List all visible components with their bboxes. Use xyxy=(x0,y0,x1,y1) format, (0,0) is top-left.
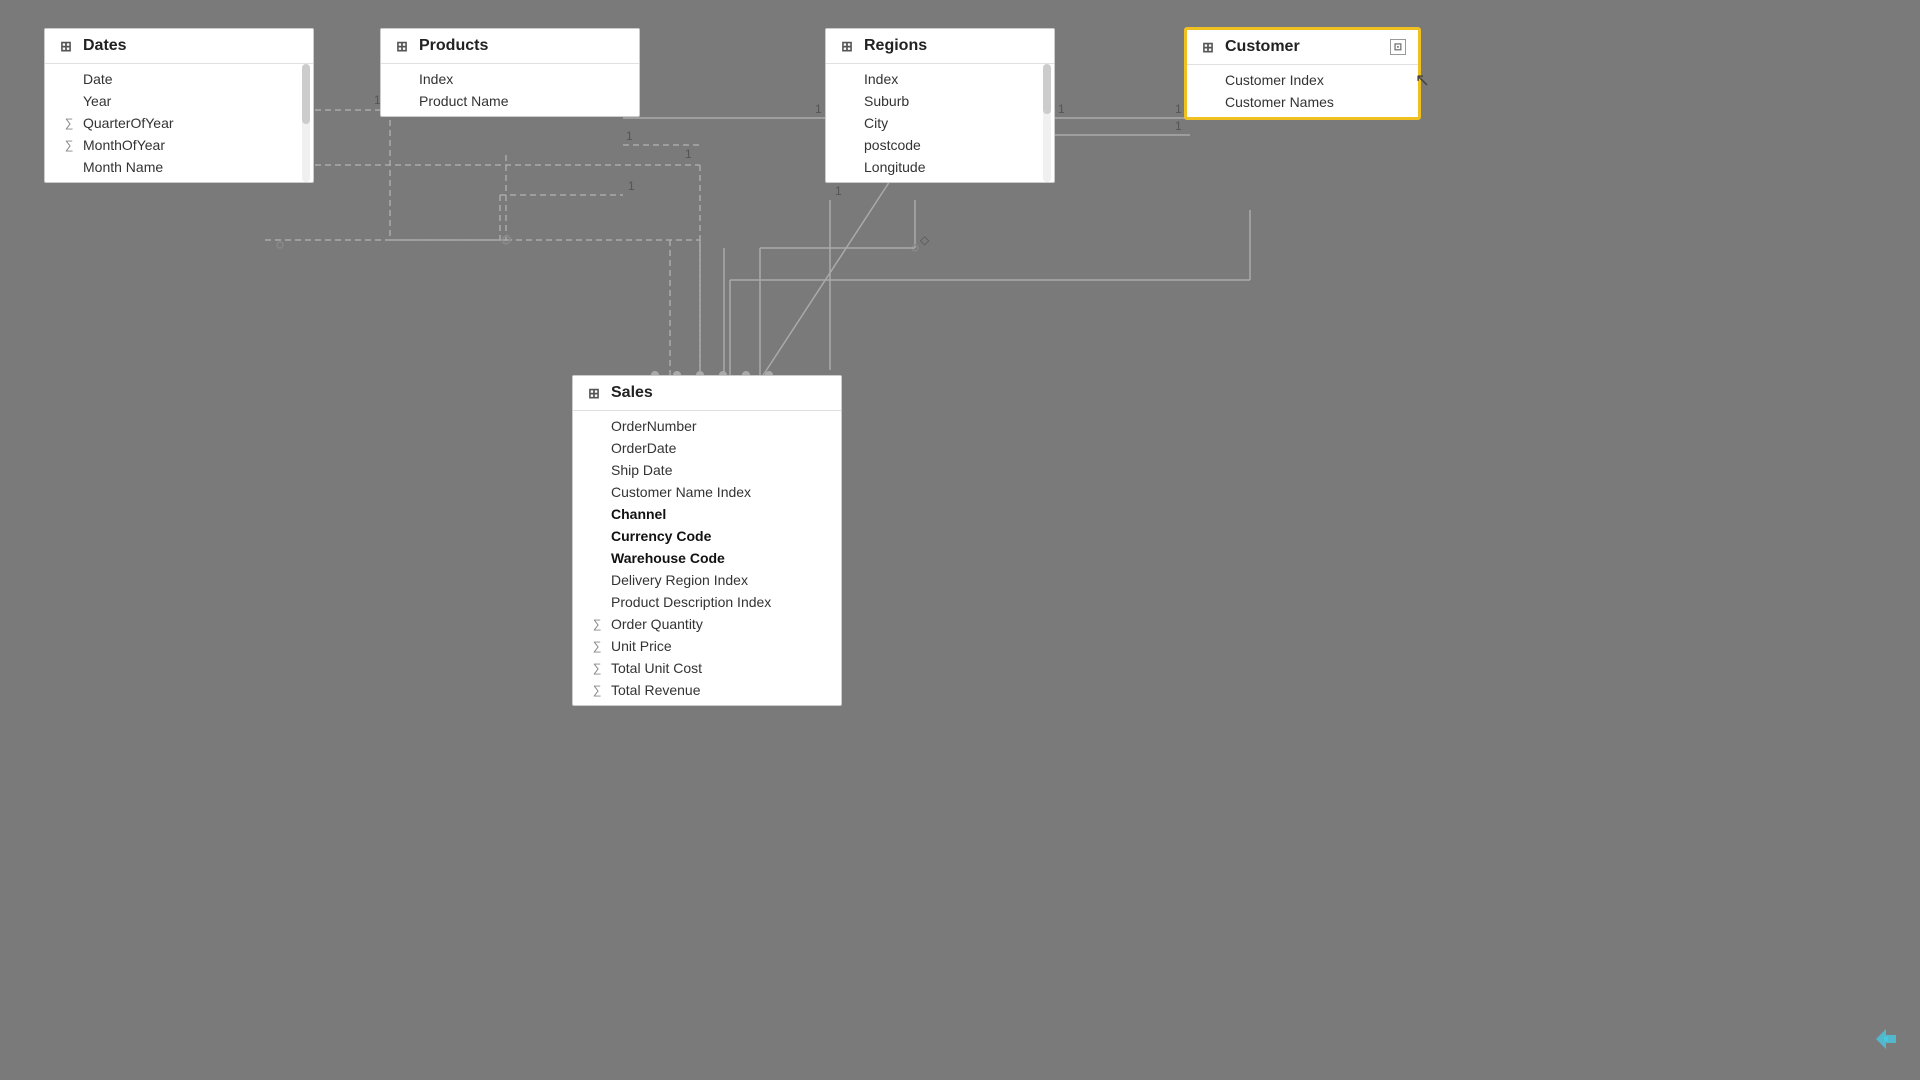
totalrevenue-icon: ∑ xyxy=(589,682,605,698)
sales-field-warehousecode: Warehouse Code xyxy=(573,547,841,569)
sales-field-customernameindex: Customer Name Index xyxy=(573,481,841,503)
sales-field-shipdate: Ship Date xyxy=(573,459,841,481)
sales-table-title: Sales xyxy=(611,384,653,402)
customer-table-header: ⊞ Customer ⊡ xyxy=(1187,30,1418,65)
regions-scroll[interactable] xyxy=(1043,64,1051,182)
regions-suburb-icon xyxy=(842,93,858,109)
sales-table-icon: ⊞ xyxy=(585,384,603,402)
dates-table-body: Date Year ∑ QuarterOfYear ∑ MonthOfYear … xyxy=(45,64,313,182)
sales-field-deliveryregionindex: Delivery Region Index xyxy=(573,569,841,591)
unitprice-icon: ∑ xyxy=(589,638,605,654)
ordernumber-icon xyxy=(589,418,605,434)
monthofyear-icon: ∑ xyxy=(61,137,77,153)
regions-field-index: Index xyxy=(826,68,1054,90)
customer-field-index: Customer Index xyxy=(1187,69,1418,91)
warehousecode-icon xyxy=(589,550,605,566)
products-productname-icon xyxy=(397,93,413,109)
svg-text:1: 1 xyxy=(815,102,822,116)
sales-field-channel: Channel xyxy=(573,503,841,525)
products-field-index: Index xyxy=(381,68,639,90)
sales-field-currencycode: Currency Code xyxy=(573,525,841,547)
sales-field-productdescriptionindex: Product Description Index xyxy=(573,591,841,613)
dates-table[interactable]: ⊞ Dates Date Year ∑ QuarterOfYear ∑ Mont… xyxy=(44,28,314,183)
regions-scroll-thumb xyxy=(1043,64,1051,114)
products-field-productname: Product Name xyxy=(381,90,639,112)
regions-table-header: ⊞ Regions xyxy=(826,29,1054,64)
customernameindex-icon xyxy=(589,484,605,500)
products-table-header: ⊞ Products xyxy=(381,29,639,64)
orderquantity-icon: ∑ xyxy=(589,616,605,632)
dates-table-title: Dates xyxy=(83,37,127,55)
svg-text:◇: ◇ xyxy=(502,230,513,246)
sales-field-orderquantity: ∑ Order Quantity xyxy=(573,613,841,635)
dates-scroll-thumb xyxy=(302,64,310,124)
year-field-icon xyxy=(61,93,77,109)
dates-field-quarterofyear: ∑ QuarterOfYear xyxy=(45,112,313,134)
dates-field-date: Date xyxy=(45,68,313,90)
navigate-icon[interactable] xyxy=(1872,1025,1900,1060)
products-table-title: Products xyxy=(419,37,488,55)
regions-index-icon xyxy=(842,71,858,87)
svg-text:1: 1 xyxy=(685,147,692,161)
products-table-body: Index Product Name xyxy=(381,64,639,116)
sales-field-orderdate: OrderDate xyxy=(573,437,841,459)
date-field-icon xyxy=(61,71,77,87)
regions-field-postcode: postcode xyxy=(826,134,1054,156)
regions-table-icon: ⊞ xyxy=(838,37,856,55)
customer-table-icon: ⊞ xyxy=(1199,38,1217,56)
customer-field-names: Customer Names xyxy=(1187,91,1418,113)
products-table-icon: ⊞ xyxy=(393,37,411,55)
dates-table-icon: ⊞ xyxy=(57,37,75,55)
svg-text:◇: ◇ xyxy=(920,233,930,247)
regions-field-suburb: Suburb xyxy=(826,90,1054,112)
currencycode-icon xyxy=(589,528,605,544)
customer-index-icon xyxy=(1203,72,1219,88)
regions-table-body: Index Suburb City postcode Longitude xyxy=(826,64,1054,182)
orderdate-icon xyxy=(589,440,605,456)
productdescriptionindex-icon xyxy=(589,594,605,610)
svg-text:1: 1 xyxy=(1175,119,1182,133)
customer-names-icon xyxy=(1203,94,1219,110)
sales-field-ordernumber: OrderNumber xyxy=(573,415,841,437)
sales-table-body: OrderNumber OrderDate Ship Date Customer… xyxy=(573,411,841,705)
dates-field-monthofyear: ∑ MonthOfYear xyxy=(45,134,313,156)
dates-scroll[interactable] xyxy=(302,64,310,182)
customer-table-body: Customer Index Customer Names xyxy=(1187,65,1418,117)
customer-table-title: Customer xyxy=(1225,38,1300,56)
regions-table-title: Regions xyxy=(864,37,927,55)
regions-longitude-icon xyxy=(842,159,858,175)
customer-table[interactable]: ⊞ Customer ⊡ Customer Index Customer Nam… xyxy=(1185,28,1420,119)
svg-text:1: 1 xyxy=(1175,102,1182,116)
deliveryregionindex-icon xyxy=(589,572,605,588)
regions-table[interactable]: ⊞ Regions Index Suburb City postcode xyxy=(825,28,1055,183)
totalunitcost-icon: ∑ xyxy=(589,660,605,676)
regions-city-icon xyxy=(842,115,858,131)
monthname-icon xyxy=(61,159,77,175)
quarterofyear-icon: ∑ xyxy=(61,115,77,131)
sales-field-totalrevenue: ∑ Total Revenue xyxy=(573,679,841,701)
sales-field-totalunitcost: ∑ Total Unit Cost xyxy=(573,657,841,679)
shipdate-icon xyxy=(589,462,605,478)
regions-field-city: City xyxy=(826,112,1054,134)
svg-text:1: 1 xyxy=(835,184,842,198)
canvas: 1 1 1 1 1 ◇ xyxy=(0,0,1920,1080)
customer-expand-button[interactable]: ⊡ xyxy=(1390,39,1406,55)
regions-postcode-icon xyxy=(842,137,858,153)
dates-table-header: ⊞ Dates xyxy=(45,29,313,64)
dates-field-year: Year xyxy=(45,90,313,112)
products-table[interactable]: ⊞ Products Index Product Name xyxy=(380,28,640,117)
products-index-icon xyxy=(397,71,413,87)
channel-icon xyxy=(589,506,605,522)
svg-text:1: 1 xyxy=(626,129,633,143)
sales-table-header: ⊞ Sales xyxy=(573,376,841,411)
dates-field-monthname: Month Name xyxy=(45,156,313,178)
regions-field-longitude: Longitude xyxy=(826,156,1054,178)
svg-text:1: 1 xyxy=(1058,102,1065,116)
sales-field-unitprice: ∑ Unit Price xyxy=(573,635,841,657)
sales-table[interactable]: ⊞ Sales OrderNumber OrderDate Ship Date … xyxy=(572,375,842,706)
svg-text:1: 1 xyxy=(628,179,635,193)
